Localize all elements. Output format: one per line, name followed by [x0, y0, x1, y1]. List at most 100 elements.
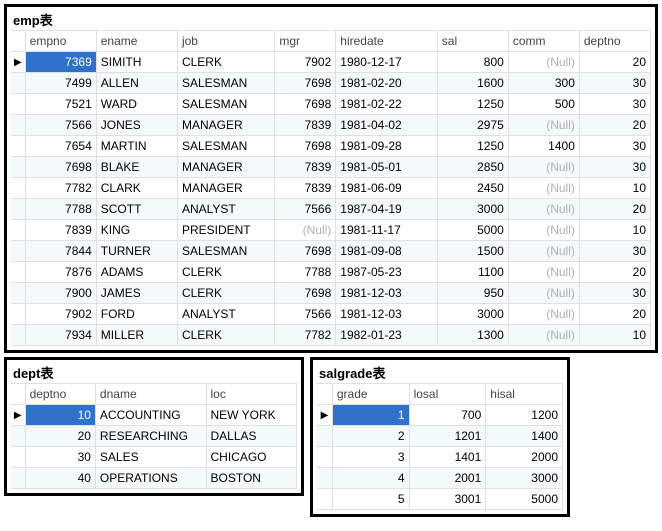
cell-job[interactable]: ANALYST [177, 199, 274, 220]
cell-comm[interactable]: (Null) [508, 241, 579, 262]
cell-mgr[interactable]: 7839 [275, 178, 336, 199]
cell-deptno[interactable]: 40 [25, 468, 95, 489]
cell-dname[interactable]: RESEARCHING [95, 426, 206, 447]
cell-loc[interactable]: NEW YORK [206, 405, 297, 426]
cell-deptno[interactable]: 20 [579, 304, 650, 325]
cell-deptno[interactable]: 20 [579, 115, 650, 136]
cell-comm[interactable]: (Null) [508, 52, 579, 73]
cell-mgr[interactable]: 7698 [275, 241, 336, 262]
table-row[interactable]: 7566JONESMANAGER78391981-04-022975(Null)… [11, 115, 651, 136]
cell-empno[interactable]: 7499 [25, 73, 96, 94]
cell-deptno[interactable]: 10 [579, 325, 650, 346]
cell-comm[interactable]: (Null) [508, 199, 579, 220]
cell-mgr[interactable]: 7698 [275, 73, 336, 94]
table-row[interactable]: 7499ALLENSALESMAN76981981-02-20160030030 [11, 73, 651, 94]
col-job[interactable]: job [177, 31, 274, 52]
cell-ename[interactable]: MARTIN [96, 136, 177, 157]
cell-comm[interactable]: (Null) [508, 262, 579, 283]
cell-empno[interactable]: 7844 [25, 241, 96, 262]
cell-deptno[interactable]: 30 [579, 94, 650, 115]
cell-deptno[interactable]: 30 [579, 283, 650, 304]
cell-loc[interactable]: BOSTON [206, 468, 297, 489]
cell-empno[interactable]: 7782 [25, 178, 96, 199]
table-row[interactable]: 420013000 [317, 468, 563, 489]
cell-deptno[interactable]: 20 [579, 199, 650, 220]
cell-job[interactable]: SALESMAN [177, 73, 274, 94]
cell-grade[interactable]: 3 [332, 447, 409, 468]
cell-deptno[interactable]: 20 [25, 426, 95, 447]
cell-job[interactable]: PRESIDENT [177, 220, 274, 241]
table-row[interactable]: 7934MILLERCLERK77821982-01-231300(Null)1… [11, 325, 651, 346]
cell-mgr[interactable]: 7566 [275, 199, 336, 220]
cell-ename[interactable]: SCOTT [96, 199, 177, 220]
cell-ename[interactable]: FORD [96, 304, 177, 325]
cell-hiredate[interactable]: 1981-02-20 [336, 73, 438, 94]
cell-losal[interactable]: 1401 [409, 447, 486, 468]
cell-empno[interactable]: 7876 [25, 262, 96, 283]
table-row[interactable]: 7521WARDSALESMAN76981981-02-22125050030 [11, 94, 651, 115]
cell-mgr[interactable]: 7902 [275, 52, 336, 73]
cell-hiredate[interactable]: 1981-09-28 [336, 136, 438, 157]
cell-ename[interactable]: MILLER [96, 325, 177, 346]
cell-hiredate[interactable]: 1981-06-09 [336, 178, 438, 199]
cell-hiredate[interactable]: 1987-05-23 [336, 262, 438, 283]
cell-mgr[interactable]: 7788 [275, 262, 336, 283]
cell-deptno[interactable]: 30 [579, 136, 650, 157]
col-hisal[interactable]: hisal [486, 384, 563, 405]
col-ename[interactable]: ename [96, 31, 177, 52]
cell-comm[interactable]: (Null) [508, 178, 579, 199]
cell-sal[interactable]: 3000 [437, 199, 508, 220]
cell-loc[interactable]: CHICAGO [206, 447, 297, 468]
cell-sal[interactable]: 1250 [437, 136, 508, 157]
cell-empno[interactable]: 7521 [25, 94, 96, 115]
dept-table[interactable]: deptno dname loc ▶10ACCOUNTINGNEW YORK20… [11, 383, 297, 489]
cell-hisal[interactable]: 3000 [486, 468, 563, 489]
table-row[interactable]: 7839KINGPRESIDENT(Null)1981-11-175000(Nu… [11, 220, 651, 241]
cell-job[interactable]: MANAGER [177, 178, 274, 199]
cell-hisal[interactable]: 1400 [486, 426, 563, 447]
cell-mgr[interactable]: 7698 [275, 283, 336, 304]
cell-empno[interactable]: 7654 [25, 136, 96, 157]
cell-sal[interactable]: 1100 [437, 262, 508, 283]
col-mgr[interactable]: mgr [275, 31, 336, 52]
col-sal[interactable]: sal [437, 31, 508, 52]
cell-losal[interactable]: 700 [409, 405, 486, 426]
cell-ename[interactable]: ADAMS [96, 262, 177, 283]
cell-comm[interactable]: (Null) [508, 115, 579, 136]
cell-ename[interactable]: JAMES [96, 283, 177, 304]
cell-job[interactable]: CLERK [177, 325, 274, 346]
cell-hisal[interactable]: 2000 [486, 447, 563, 468]
cell-sal[interactable]: 3000 [437, 304, 508, 325]
table-row[interactable]: 7698BLAKEMANAGER78391981-05-012850(Null)… [11, 157, 651, 178]
cell-hiredate[interactable]: 1982-01-23 [336, 325, 438, 346]
cell-empno[interactable]: 7788 [25, 199, 96, 220]
cell-loc[interactable]: DALLAS [206, 426, 297, 447]
cell-job[interactable]: CLERK [177, 52, 274, 73]
cell-job[interactable]: SALESMAN [177, 241, 274, 262]
cell-dname[interactable]: ACCOUNTING [95, 405, 206, 426]
cell-losal[interactable]: 3001 [409, 489, 486, 510]
col-comm[interactable]: comm [508, 31, 579, 52]
cell-deptno[interactable]: 30 [579, 73, 650, 94]
cell-sal[interactable]: 1500 [437, 241, 508, 262]
col-loc[interactable]: loc [206, 384, 297, 405]
cell-comm[interactable]: 1400 [508, 136, 579, 157]
cell-deptno[interactable]: 10 [25, 405, 95, 426]
col-deptno[interactable]: deptno [579, 31, 650, 52]
cell-hiredate[interactable]: 1981-05-01 [336, 157, 438, 178]
cell-hisal[interactable]: 5000 [486, 489, 563, 510]
cell-mgr[interactable]: 7782 [275, 325, 336, 346]
cell-ename[interactable]: KING [96, 220, 177, 241]
cell-hiredate[interactable]: 1981-04-02 [336, 115, 438, 136]
cell-sal[interactable]: 1600 [437, 73, 508, 94]
cell-job[interactable]: CLERK [177, 262, 274, 283]
cell-comm[interactable]: (Null) [508, 283, 579, 304]
table-row[interactable]: 212011400 [317, 426, 563, 447]
cell-job[interactable]: MANAGER [177, 157, 274, 178]
table-row[interactable]: ▶10ACCOUNTINGNEW YORK [11, 405, 297, 426]
cell-deptno[interactable]: 20 [579, 52, 650, 73]
cell-ename[interactable]: CLARK [96, 178, 177, 199]
cell-ename[interactable]: ALLEN [96, 73, 177, 94]
cell-grade[interactable]: 1 [332, 405, 409, 426]
cell-sal[interactable]: 800 [437, 52, 508, 73]
